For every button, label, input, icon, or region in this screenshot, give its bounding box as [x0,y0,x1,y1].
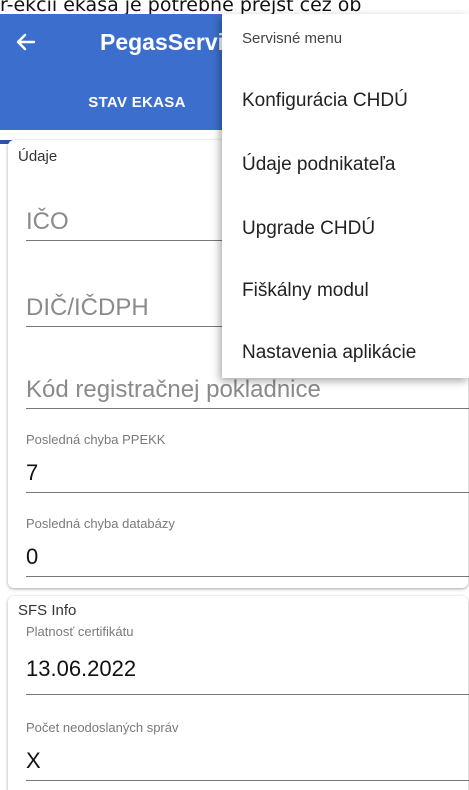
arrow-left-icon[interactable] [14,30,38,54]
menu-header: Servisné menu [242,30,343,47]
service-menu-popup: Servisné menu Konfigurácia CHDÚ Údaje po… [222,14,469,378]
msgs-value: X [26,748,41,773]
app-title: PegasServis [100,29,237,55]
cert-field[interactable]: Platnosť certifikátu 13.06.2022 [26,622,469,696]
ppekk-label: Posledná chyba PPEKK [26,432,166,447]
field-underline [26,780,469,781]
menu-item-nastavenia-aplikacie[interactable]: Nastavenia aplikácie [242,342,416,364]
cert-label: Platnosť certifikátu [26,624,134,639]
field-underline [26,492,469,493]
sfs-info-card: SFS Info Platnosť certifikátu 13.06.2022… [8,596,469,790]
cert-value: 13.06.2022 [26,656,137,681]
field-underline [26,408,469,409]
menu-item-fiskalny-modul[interactable]: Fiškálny modul [242,280,369,302]
ppekk-value: 7 [26,460,39,485]
msgs-field[interactable]: Počet neodoslaných správ X [26,718,469,782]
db-value: 0 [26,544,39,569]
menu-item-upgrade-chdu[interactable]: Upgrade CHDÚ [242,218,375,240]
card-title: SFS Info [18,602,77,619]
ico-hint: IČO [26,208,69,235]
kod-hint: Kód registračnej pokladnice [26,376,321,403]
db-label: Posledná chyba databázy [26,516,175,531]
msgs-label: Počet neodoslaných správ [26,720,179,735]
menu-item-udaje-podnikatela[interactable]: Údaje podnikateľa [242,154,395,176]
tab-stav-ekasa[interactable]: STAV EKASA [62,94,212,111]
field-underline [26,694,469,695]
menu-item-konfiguracia-chdu[interactable]: Konfigurácia CHDÚ [242,90,408,112]
field-underline [26,576,469,577]
ppekk-field[interactable]: Posledná chyba PPEKK 7 [26,430,469,494]
dic-hint: DIČ/IČDPH [26,294,149,321]
db-field[interactable]: Posledná chyba databázy 0 [26,514,469,578]
card-title: Údaje [18,148,58,165]
